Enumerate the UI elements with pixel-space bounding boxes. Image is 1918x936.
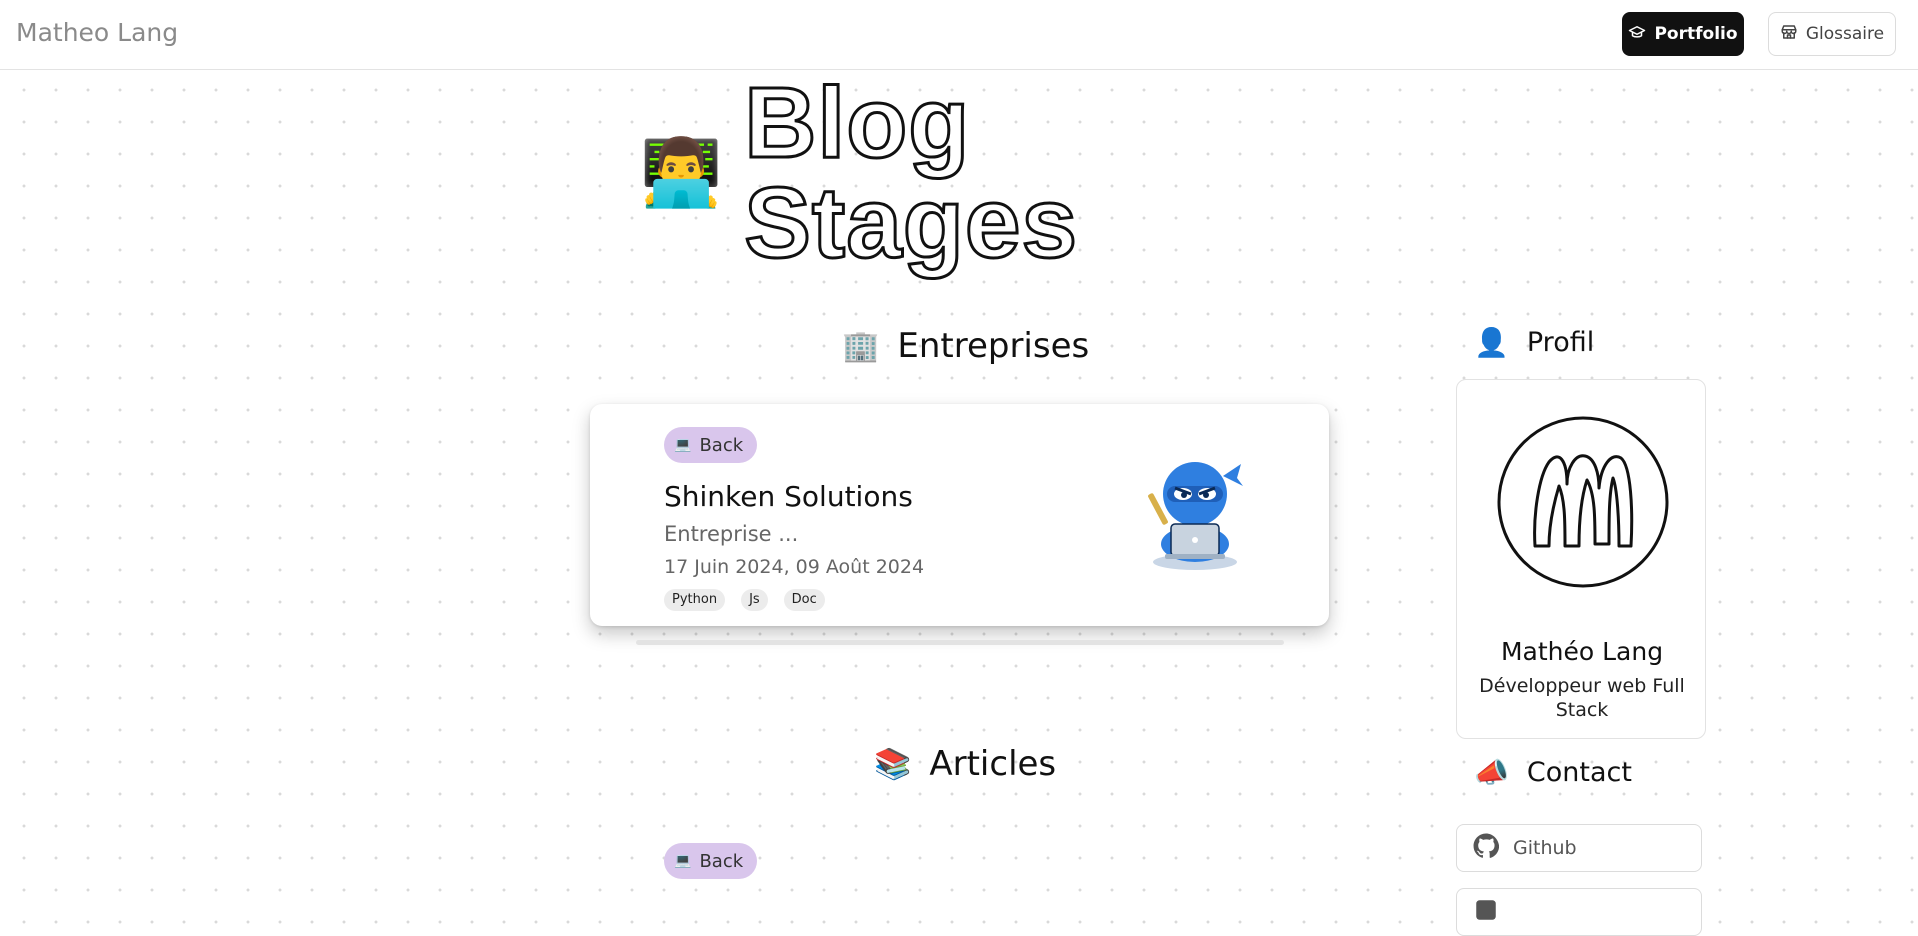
profile-card: Mathéo Lang Développeur web Full Stack — [1456, 379, 1706, 739]
articles-heading: 📚 Articles — [874, 744, 1056, 784]
card-title[interactable]: Shinken Solutions — [664, 480, 913, 513]
graduation-cap-icon — [1628, 23, 1646, 46]
brand-name[interactable]: Matheo Lang — [16, 18, 178, 47]
profile-logo — [1497, 416, 1669, 588]
profil-heading-text: Profil — [1526, 327, 1595, 358]
category-badge[interactable]: 💻 Back — [664, 427, 758, 463]
nav-glossaire-button[interactable]: Glossaire — [1768, 12, 1896, 56]
card-stack-divider — [636, 640, 1284, 645]
contact-github-label: Github — [1513, 837, 1577, 859]
tag-js: Js — [741, 589, 768, 611]
megaphone-icon: 📣 — [1474, 756, 1509, 789]
contact-heading: 📣 Contact — [1474, 756, 1632, 789]
article-category-badge-label: Back — [699, 850, 744, 872]
github-icon — [1473, 833, 1500, 864]
page-title: 👨‍💻 Blog Stages — [640, 72, 1300, 275]
profile-role: Développeur web Full Stack — [1479, 675, 1685, 721]
user-silhouette-icon: 👤 — [1474, 326, 1509, 359]
laptop-icon: 💻 — [674, 437, 692, 453]
profile-name: Mathéo Lang — [1500, 637, 1664, 666]
nav-portfolio-label: Portfolio — [1654, 24, 1738, 44]
articles-heading-text: Articles — [929, 744, 1057, 784]
card-description: Entreprise ... — [664, 522, 799, 546]
tag-python: Python — [664, 589, 726, 611]
office-building-icon: 🏢 — [842, 328, 880, 364]
laptop-icon: 💻 — [674, 853, 692, 869]
contact-next-button[interactable] — [1456, 888, 1702, 936]
nav-portfolio-button[interactable]: Portfolio — [1622, 12, 1744, 56]
top-navbar: Matheo Lang Portfolio Glossaire — [0, 0, 1918, 70]
entreprise-card-shinken[interactable]: 💻 Back Shinken Solutions Entreprise ... … — [590, 404, 1329, 626]
card-tags: Python Js Doc — [664, 589, 825, 611]
entreprises-heading: 🏢 Entreprises — [842, 326, 1089, 366]
article-category-badge[interactable]: 💻 Back — [664, 843, 758, 879]
card-dates: 17 Juin 2024, 09 Août 2024 — [664, 556, 925, 578]
contact-github-button[interactable]: Github — [1456, 824, 1702, 872]
books-icon: 📚 — [874, 746, 912, 782]
ninja-mascot-image — [1148, 462, 1243, 570]
category-badge-label: Back — [699, 434, 744, 456]
technologist-emoji-icon: 👨‍💻 — [640, 134, 723, 211]
contact-next-icon — [1473, 897, 1499, 928]
entreprises-heading-text: Entreprises — [897, 326, 1090, 366]
tag-doc: Doc — [783, 589, 825, 611]
nav-glossaire-label: Glossaire — [1805, 24, 1885, 44]
contact-heading-text: Contact — [1526, 757, 1632, 788]
profil-heading: 👤 Profil — [1474, 326, 1594, 359]
page-title-text: Blog Stages — [743, 67, 1079, 279]
store-icon — [1780, 23, 1798, 46]
